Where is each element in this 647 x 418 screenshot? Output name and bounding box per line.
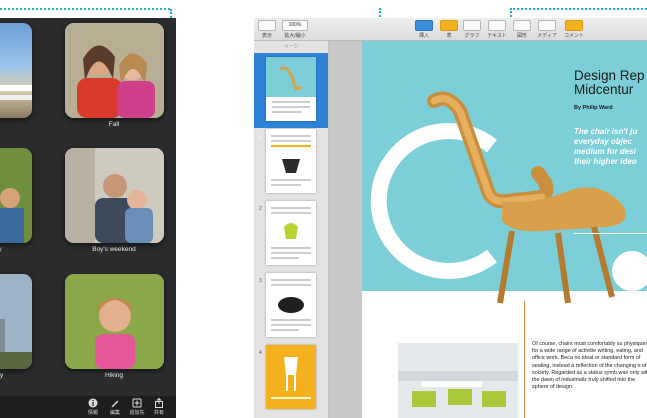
album-caption-left-2: y (0, 246, 2, 253)
shape-label: 図形 (516, 33, 527, 39)
info-label: 情報 (87, 410, 98, 416)
album-caption-hiking: Hiking (104, 372, 124, 379)
page-number-1: 1 (259, 136, 262, 142)
pages-toolbar: 表示 100% 拡大/縮小 挿入 表 グラフ テキスト 図形 メディア コメント (254, 18, 647, 41)
callout-line-top-right (510, 8, 647, 10)
body-text: Of course, chairs must comfortably su ph… (532, 341, 647, 391)
text-label: テキスト (487, 33, 507, 39)
city-photo (0, 274, 32, 369)
page-4-preview (271, 279, 311, 331)
zoom-label: 拡大/縮小 (284, 33, 306, 39)
chart-label: グラフ (464, 33, 480, 39)
photos-window: Fall y Boy's weekend ity (0, 18, 176, 418)
sidebar-header: ページ (283, 44, 299, 50)
page-number-4: 4 (259, 350, 262, 356)
media-button[interactable]: メディア (535, 20, 559, 39)
table-button[interactable]: 表 (440, 20, 458, 39)
father-son-photo (65, 148, 164, 243)
callout-line-top-left (0, 8, 170, 10)
info-icon (88, 398, 98, 408)
zoom-value: 100% (282, 20, 308, 31)
page-5-preview (266, 345, 316, 409)
text-button[interactable]: テキスト (485, 20, 509, 39)
view-button[interactable]: 表示 (258, 20, 276, 39)
zoom-control[interactable]: 100% 拡大/縮小 (280, 20, 310, 39)
page-2-preview (271, 135, 311, 186)
document-title-line2: Midcentur (574, 82, 634, 97)
page-1-preview (266, 57, 316, 121)
girl-hiking-photo (65, 274, 164, 369)
chart-button[interactable]: グラフ (462, 20, 482, 39)
page-thumb-3[interactable] (266, 201, 316, 265)
edit-icon (111, 400, 119, 408)
view-icon (258, 20, 276, 31)
album-caption-fall: Fall (108, 121, 120, 128)
album-thumb-beach[interactable] (0, 23, 32, 118)
comment-button[interactable]: コメント (562, 20, 586, 39)
share-icon (155, 398, 163, 408)
album-thumb-boys-weekend[interactable] (65, 148, 164, 243)
document-page[interactable]: Design Rep Midcentur By Philip Ward The … (362, 41, 647, 418)
album-caption-boys-weekend: Boy's weekend (92, 246, 136, 253)
beach-photo (0, 85, 32, 100)
chart-icon (463, 20, 481, 31)
photos-toolbar: 情報 編集 追加先 共有 (0, 396, 176, 418)
family-photo (65, 23, 164, 118)
page-number-2: 2 (259, 206, 262, 212)
document-byline: By Philip Ward (574, 105, 613, 111)
view-label: 表示 (261, 33, 272, 39)
table-icon (440, 20, 458, 31)
album-thumb-hiking[interactable] (65, 274, 164, 369)
page-thumb-2[interactable] (266, 129, 316, 193)
canvas-gutter (329, 41, 362, 418)
album-caption-city: ity (0, 372, 4, 379)
insert-label: 挿入 (418, 33, 429, 39)
add-icon (132, 398, 142, 408)
add-to-button[interactable]: 追加先 (126, 398, 148, 416)
page-thumb-5[interactable] (266, 345, 316, 409)
text-icon (488, 20, 506, 31)
page-number-3: 3 (259, 278, 262, 284)
album-thumb-left-2[interactable] (0, 148, 32, 243)
insert-icon (415, 20, 433, 31)
shape-button[interactable]: 図形 (512, 20, 532, 39)
comment-label: コメント (563, 33, 584, 39)
page-thumb-4[interactable] (266, 273, 316, 337)
document-title-line1: Design Rep (574, 68, 645, 83)
shape-icon (513, 20, 531, 31)
pull-quote: The chair isn't ju everyday objec medium… (574, 127, 638, 166)
page-3-preview (271, 207, 311, 259)
add-to-label: 追加先 (129, 410, 145, 416)
album-thumb-city[interactable] (0, 274, 32, 369)
album-thumb-fall[interactable] (65, 23, 164, 118)
info-button[interactable]: 情報 (82, 398, 104, 416)
share-button[interactable]: 共有 (148, 398, 170, 416)
page-thumb-1[interactable] (266, 57, 316, 121)
table-label: 表 (446, 33, 452, 39)
edit-button[interactable]: 編集 (104, 398, 126, 416)
comment-icon (565, 20, 583, 31)
insert-button[interactable]: 挿入 (414, 20, 434, 39)
media-icon (538, 20, 556, 31)
media-label: メディア (537, 33, 557, 39)
pages-window: 表示 100% 拡大/縮小 挿入 表 グラフ テキスト 図形 メディア コメント… (254, 18, 647, 418)
page-thumbnails-sidebar: ページ 1 2 3 4 5 (254, 41, 329, 418)
share-label: 共有 (153, 410, 164, 416)
outdoor-photo (0, 148, 32, 243)
edit-label: 編集 (109, 410, 120, 416)
